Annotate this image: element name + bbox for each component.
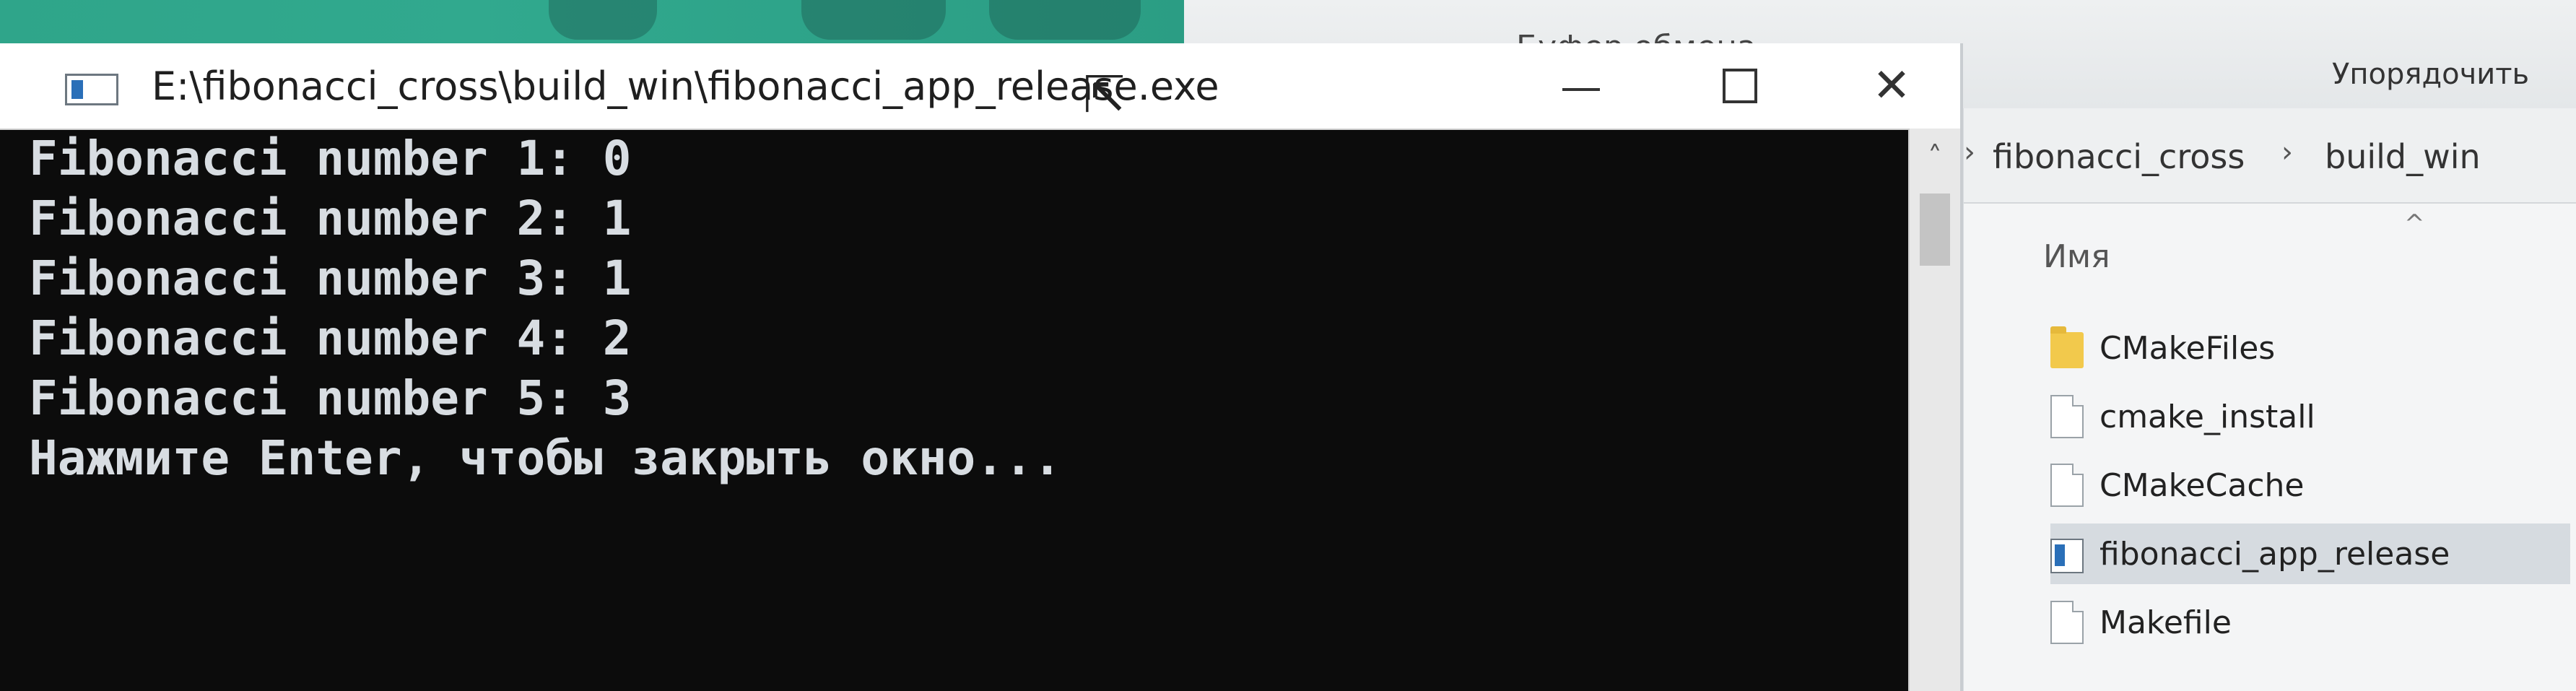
minimize-icon: [1562, 88, 1600, 91]
console-line: Fibonacci number 2: 1: [29, 191, 632, 246]
console-titlebar[interactable]: E:\fibonacci_cross\build_win\fibonacci_a…: [0, 43, 1960, 130]
address-bar[interactable]: › fibonacci_cross › build_win: [1964, 108, 2576, 204]
console-line: Fibonacci number 1: 0: [29, 131, 632, 186]
scroll-thumb[interactable]: [1920, 194, 1950, 266]
file-name: CMakeCache: [2099, 466, 2305, 504]
file-name: CMakeFiles: [2099, 329, 2276, 367]
file-name: Makefile: [2099, 604, 2232, 641]
console-output[interactable]: Fibonacci number 1: 0 Fibonacci number 2…: [29, 129, 1895, 691]
console-app-icon: [65, 74, 118, 105]
application-icon: [2050, 539, 2084, 573]
document-icon: [2050, 601, 2084, 644]
breadcrumb-item-build-win[interactable]: build_win: [2325, 137, 2481, 176]
console-line: Fibonacci number 5: 3: [29, 370, 632, 426]
console-line: Fibonacci number 4: 2: [29, 310, 632, 366]
breadcrumb-item-fibonacci-cross[interactable]: fibonacci_cross: [1993, 137, 2245, 176]
maximize-icon: [1723, 69, 1757, 103]
breadcrumb-separator-icon: ›: [1964, 136, 1975, 169]
console-window: E:\fibonacci_cross\build_win\fibonacci_a…: [0, 43, 1963, 691]
file-item-cmakefiles[interactable]: CMakeFiles: [2050, 318, 2570, 378]
mouse-cursor-icon: ⇱: [1083, 65, 1126, 124]
vertical-scrollbar[interactable]: ˄: [1908, 129, 1960, 691]
document-icon: [2050, 395, 2084, 438]
console-prompt-line: Нажмите Enter, чтобы закрыть окно...: [29, 430, 1062, 486]
close-button[interactable]: ✕: [1819, 43, 1964, 129]
background-shape: [989, 0, 1141, 40]
file-name: cmake_install: [2099, 398, 2315, 435]
file-name: fibonacci_app_release: [2099, 535, 2450, 573]
sort-ascending-icon: ^: [2404, 209, 2425, 238]
file-item-fibonacci-app-release[interactable]: fibonacci_app_release: [2050, 523, 2570, 584]
file-item-cmakecache[interactable]: CMakeCache: [2050, 455, 2570, 516]
file-explorer-window: › fibonacci_cross › build_win ^ Имя CMak…: [1964, 108, 2576, 691]
close-icon: ✕: [1872, 59, 1911, 113]
file-item-cmake-install[interactable]: cmake_install: [2050, 386, 2570, 447]
folder-icon: [2050, 326, 2084, 368]
background-shape: [801, 0, 946, 40]
minimize-button[interactable]: [1509, 43, 1653, 129]
scroll-up-icon[interactable]: ˄: [1910, 129, 1960, 186]
breadcrumb-separator-icon: ›: [2281, 136, 2293, 169]
ribbon-sort-button[interactable]: Упорядочить: [2332, 58, 2529, 91]
file-item-makefile[interactable]: Makefile: [2050, 592, 2570, 653]
window-title: E:\fibonacci_cross\build_win\fibonacci_a…: [152, 64, 1219, 109]
maximize-button[interactable]: [1668, 43, 1812, 129]
document-icon: [2050, 464, 2084, 507]
desktop-background: [0, 0, 1184, 43]
background-shape: [549, 0, 657, 40]
console-line: Fibonacci number 3: 1: [29, 251, 632, 306]
column-header-name[interactable]: Имя: [2043, 238, 2110, 275]
